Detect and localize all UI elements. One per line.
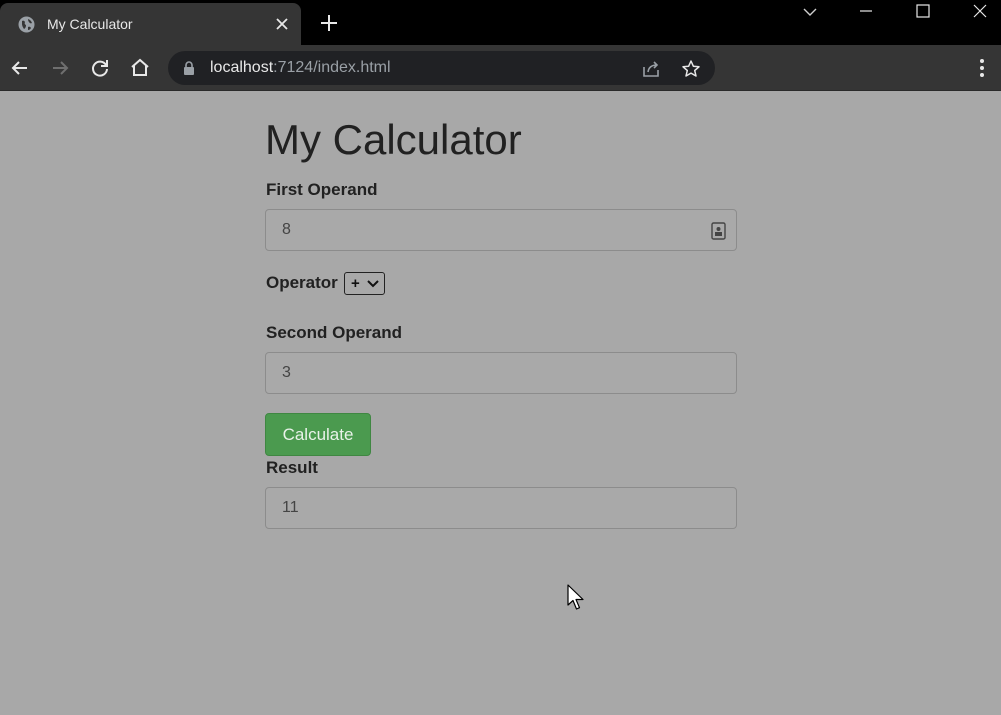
operator-label: Operator	[266, 273, 338, 292]
second-operand-label: Second Operand	[266, 323, 403, 342]
globe-icon	[18, 16, 35, 33]
url-path: :7124/index.html	[273, 59, 391, 76]
minimize-icon	[860, 10, 872, 12]
maximize-icon	[916, 4, 930, 18]
tab-title: My Calculator	[47, 16, 133, 32]
tab-strip: My Calculator	[0, 0, 1001, 45]
share-icon[interactable]	[640, 58, 662, 80]
maximize-button[interactable]	[895, 0, 951, 24]
home-icon[interactable]	[128, 56, 152, 80]
chevron-down-icon	[803, 8, 817, 16]
result-value: 11	[282, 499, 299, 516]
url-text: localhost:7124/index.html	[210, 59, 391, 77]
window-close-button[interactable]	[952, 0, 1001, 24]
arrow-right-icon[interactable]	[48, 56, 72, 80]
minimize-button[interactable]	[838, 0, 894, 24]
result-label: Result	[266, 458, 318, 477]
operator-select[interactable]: +	[344, 272, 385, 295]
contact-card-icon[interactable]	[711, 222, 726, 240]
page-title: My Calculator	[265, 116, 522, 163]
first-operand-label: First Operand	[266, 180, 378, 199]
second-operand-value: 3	[282, 364, 291, 381]
star-icon[interactable]	[680, 58, 702, 80]
reload-icon[interactable]	[88, 56, 112, 80]
kebab-menu-icon[interactable]	[970, 56, 994, 80]
arrow-left-icon[interactable]	[8, 56, 32, 80]
first-operand-value: 8	[282, 221, 291, 238]
lock-icon[interactable]	[183, 61, 195, 75]
browser-tab[interactable]: My Calculator	[0, 3, 301, 45]
plus-icon[interactable]	[318, 12, 340, 34]
close-icon	[973, 4, 987, 18]
mouse-cursor-icon	[567, 584, 584, 610]
operator-selected-value: +	[351, 275, 360, 292]
url-host: localhost	[210, 59, 274, 76]
tab-search-button[interactable]	[782, 0, 838, 24]
chevron-down-icon	[367, 280, 379, 288]
second-operand-input[interactable]: 3	[265, 352, 737, 394]
calculate-button[interactable]: Calculate	[265, 413, 371, 456]
result-field: 11	[265, 487, 737, 529]
browser-toolbar: localhost:7124/index.html	[0, 45, 1001, 91]
address-bar[interactable]: localhost:7124/index.html	[168, 51, 715, 85]
close-icon[interactable]	[273, 15, 291, 33]
first-operand-input[interactable]: 8	[265, 209, 737, 251]
